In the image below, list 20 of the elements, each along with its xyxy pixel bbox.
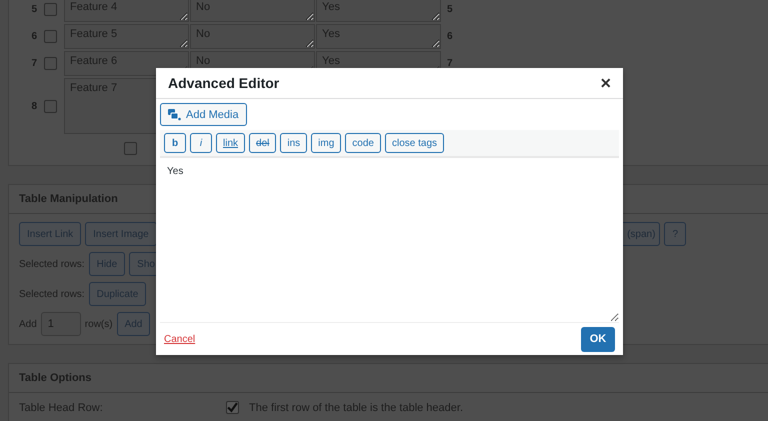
quicktag-button[interactable]: link xyxy=(216,133,246,153)
quicktag-button[interactable]: i xyxy=(190,133,212,153)
close-button[interactable]: × xyxy=(598,74,613,92)
quicktag-button[interactable]: ins xyxy=(280,133,308,153)
column-checkbox[interactable] xyxy=(124,142,137,155)
quicktag-button[interactable]: img xyxy=(311,133,342,153)
option-checkbox[interactable] xyxy=(226,401,239,414)
cancel-link[interactable]: Cancel xyxy=(164,334,196,344)
row-checkbox[interactable] xyxy=(44,30,57,43)
row-checkbox[interactable] xyxy=(44,3,57,16)
ok-button[interactable]: OK xyxy=(581,326,615,352)
row-checkbox[interactable] xyxy=(44,100,57,112)
row-checkbox[interactable] xyxy=(44,57,57,70)
quicktag-button[interactable]: b xyxy=(164,133,186,153)
media-icon xyxy=(168,108,181,120)
quicktag-button[interactable]: del xyxy=(249,133,276,153)
quicktag-button[interactable]: close tags xyxy=(384,133,444,153)
help-button[interactable]: ? xyxy=(664,222,686,246)
quicktag-button[interactable]: code xyxy=(345,133,381,153)
add-media-button[interactable]: Add Media xyxy=(160,103,247,126)
